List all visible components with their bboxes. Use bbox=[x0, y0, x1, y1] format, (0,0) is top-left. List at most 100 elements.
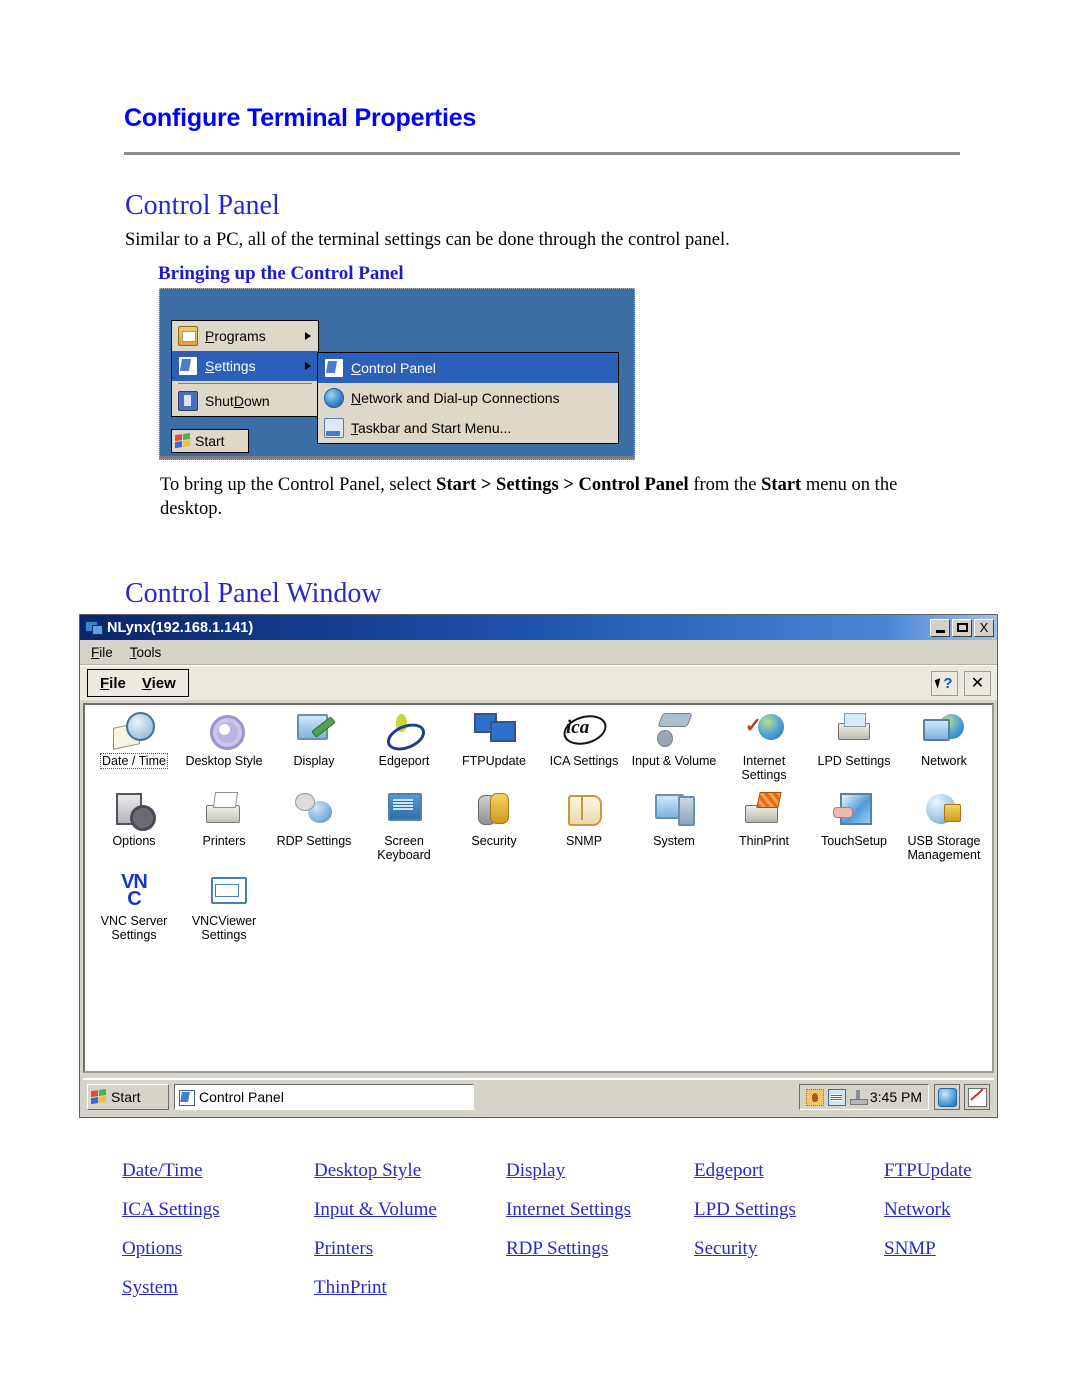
link-lpd-settings[interactable]: LPD Settings bbox=[694, 1199, 796, 1220]
control-panel-item-ica-settings[interactable]: ICA Settings bbox=[539, 711, 629, 789]
tray-extra-buttons bbox=[934, 1084, 990, 1110]
edgeport-icon bbox=[382, 711, 426, 751]
control-panel-item-label: Date / Time bbox=[100, 753, 168, 769]
control-panel-item-rdp-settings[interactable]: RDP Settings bbox=[269, 791, 359, 869]
control-panel-item-display[interactable]: Display bbox=[269, 711, 359, 789]
control-panel-item-network[interactable]: Network bbox=[899, 711, 989, 789]
globe-icon bbox=[324, 388, 344, 408]
control-panel-item-input-volume[interactable]: Input & Volume bbox=[629, 711, 719, 789]
control-panel-item-ftpupdate[interactable]: FTPUpdate bbox=[449, 711, 539, 789]
link-network[interactable]: Network bbox=[884, 1199, 950, 1220]
links-row: System ThinPrint bbox=[122, 1277, 1002, 1316]
control-panel-item-internet-settings[interactable]: Internet Settings bbox=[719, 711, 809, 789]
control-panel-item-vncviewer-settings[interactable]: VNCViewer Settings bbox=[179, 871, 269, 949]
control-panel-item-label: VNCViewer Settings bbox=[191, 914, 257, 942]
control-panel-item-label: Display bbox=[293, 754, 335, 768]
vncviewer-settings-icon bbox=[202, 871, 247, 911]
control-panel-icon bbox=[179, 1090, 195, 1106]
remote-computer-icon bbox=[85, 620, 103, 635]
start-menu-item-settings[interactable]: Settings bbox=[172, 351, 318, 381]
menu-tools[interactable]: Tools bbox=[130, 645, 162, 660]
control-panel-item-desktop-style[interactable]: Desktop Style bbox=[179, 711, 269, 789]
link-input-volume[interactable]: Input & Volume bbox=[314, 1199, 437, 1220]
edit-pen-button[interactable] bbox=[964, 1084, 990, 1110]
link-ftpupdate[interactable]: FTPUpdate bbox=[884, 1160, 972, 1181]
section-heading-control-panel-window: Control Panel Window bbox=[125, 578, 382, 609]
close-button[interactable]: X bbox=[974, 618, 994, 637]
submenu-item-network-dialup[interactable]: Network and Dial-up Connections bbox=[318, 383, 618, 413]
start-menu-item-shutdown[interactable]: ShutDown bbox=[172, 386, 318, 416]
link-rdp-settings[interactable]: RDP Settings bbox=[506, 1238, 608, 1259]
ftpupdate-icon bbox=[472, 711, 516, 751]
user-icon[interactable] bbox=[805, 1088, 824, 1106]
control-panel-item-screen-keyboard[interactable]: Screen Keyboard bbox=[359, 791, 449, 869]
control-panel-item-snmp[interactable]: SNMP bbox=[539, 791, 629, 869]
control-panel-item-label: Security bbox=[471, 834, 517, 848]
links-cell bbox=[694, 1277, 884, 1316]
keyboard-icon[interactable] bbox=[827, 1088, 846, 1106]
minimize-button[interactable] bbox=[930, 618, 950, 637]
taskbar-start-button[interactable]: Start bbox=[87, 1084, 169, 1110]
control-panel-item-date-time[interactable]: Date / Time bbox=[89, 711, 179, 789]
links-cell: Display bbox=[506, 1160, 694, 1199]
submenu-item-label: Network and Dial-up Connections bbox=[351, 390, 560, 406]
control-panel-item-lpd-settings[interactable]: LPD Settings bbox=[809, 711, 899, 789]
link-security[interactable]: Security bbox=[694, 1238, 757, 1259]
control-panel-item-vnc-server-settings[interactable]: VN C VNC Server Settings bbox=[89, 871, 179, 949]
control-panel-item-usb-storage-management[interactable]: USB Storage Management bbox=[899, 791, 989, 869]
ie-browser-icon bbox=[937, 1087, 957, 1107]
maximize-button[interactable] bbox=[952, 618, 972, 637]
control-panel-item-options[interactable]: Options bbox=[89, 791, 179, 869]
ie-browser-button[interactable] bbox=[934, 1084, 960, 1110]
snmp-icon bbox=[562, 791, 606, 831]
window-close-button[interactable]: ✕ bbox=[964, 670, 991, 696]
window-controls: X bbox=[930, 618, 994, 637]
control-panel-item-security[interactable]: Security bbox=[449, 791, 539, 869]
start-button[interactable]: Start bbox=[171, 429, 249, 453]
control-panel-item-printers[interactable]: Printers bbox=[179, 791, 269, 869]
start-menu-item-label: Settings bbox=[205, 358, 256, 374]
control-panel-item-label: FTPUpdate bbox=[462, 754, 526, 768]
links-cell: ThinPrint bbox=[314, 1277, 506, 1316]
menu-file[interactable]: File bbox=[91, 645, 113, 660]
toolbar-file[interactable]: File bbox=[100, 675, 126, 692]
date-time-icon bbox=[112, 711, 156, 751]
control-panel-item-edgeport[interactable]: Edgeport bbox=[359, 711, 449, 789]
start-menu-item-programs[interactable]: Programs bbox=[172, 321, 318, 351]
link-thinprint[interactable]: ThinPrint bbox=[314, 1277, 387, 1298]
link-date-time[interactable]: Date/Time bbox=[122, 1160, 203, 1181]
taskbar-task-control-panel[interactable]: Control Panel bbox=[174, 1084, 474, 1110]
control-panel-item-label: RDP Settings bbox=[276, 834, 352, 848]
control-panel-item-label: ThinPrint bbox=[738, 834, 790, 848]
toolbar-menu-group: File View bbox=[87, 669, 189, 697]
taskbar-clock[interactable]: 3:45 PM bbox=[870, 1089, 922, 1105]
link-desktop-style[interactable]: Desktop Style bbox=[314, 1160, 421, 1181]
touchsetup-icon bbox=[832, 791, 876, 831]
control-panel-item-touchsetup[interactable]: TouchSetup bbox=[809, 791, 899, 869]
ica-settings-icon bbox=[562, 711, 606, 751]
section-heading-control-panel: Control Panel bbox=[125, 190, 280, 221]
control-panel-item-thinprint[interactable]: ThinPrint bbox=[719, 791, 809, 869]
submenu-item-control-panel[interactable]: Control Panel bbox=[318, 353, 618, 383]
toolbar-view[interactable]: View bbox=[142, 675, 176, 692]
desktop-style-icon bbox=[202, 711, 246, 751]
link-edgeport[interactable]: Edgeport bbox=[694, 1160, 764, 1181]
taskbar-start-label: Start bbox=[111, 1089, 141, 1105]
link-internet-settings[interactable]: Internet Settings bbox=[506, 1199, 631, 1220]
title-divider bbox=[124, 152, 960, 155]
link-options[interactable]: Options bbox=[122, 1238, 182, 1259]
taskbar-baseline bbox=[160, 456, 634, 459]
link-system[interactable]: System bbox=[122, 1277, 178, 1298]
link-printers[interactable]: Printers bbox=[314, 1238, 373, 1259]
context-help-button[interactable]: ? bbox=[931, 670, 958, 696]
link-display[interactable]: Display bbox=[506, 1160, 565, 1181]
link-ica-settings[interactable]: ICA Settings bbox=[122, 1199, 220, 1220]
links-row: ICA Settings Input & Volume Internet Setti… bbox=[122, 1199, 1002, 1238]
connection-icon[interactable] bbox=[849, 1089, 868, 1105]
link-snmp[interactable]: SNMP bbox=[884, 1238, 936, 1259]
control-panel-links-table: Date/Time Desktop Style Display Edgeport FTP… bbox=[122, 1160, 1002, 1316]
control-panel-item-system[interactable]: System bbox=[629, 791, 719, 869]
control-panel-item-label: VNC Server Settings bbox=[100, 914, 168, 942]
links-cell: ICA Settings bbox=[122, 1199, 314, 1238]
links-cell bbox=[884, 1277, 1002, 1316]
